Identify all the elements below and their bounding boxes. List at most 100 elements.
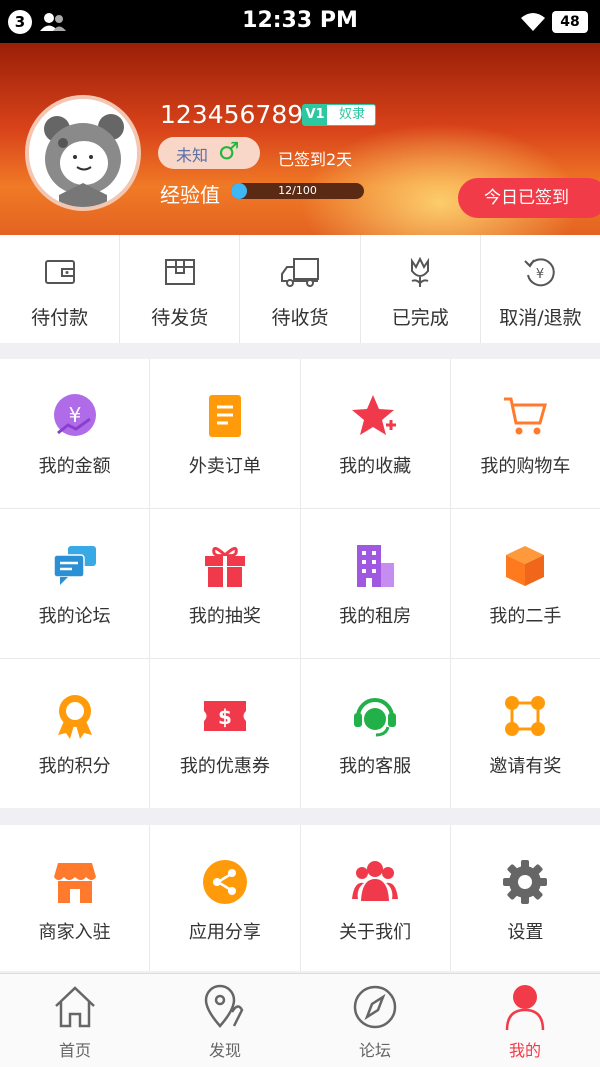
more-settings[interactable]: 设置 — [450, 825, 600, 971]
profile-header: 123456789 V1 奴隶 未知 ♂ 已签到2天 经验值 12/100 今日… — [0, 43, 600, 235]
truck-icon — [281, 258, 319, 287]
order-label: 已完成 — [391, 307, 449, 329]
gender-text: 未知 — [176, 146, 209, 165]
service-takeout-orders[interactable]: 外卖订单 — [150, 359, 300, 508]
more-label: 设置 — [507, 922, 544, 943]
service-label: 我的购物车 — [480, 456, 571, 477]
gender-badge: 未知 ♂ — [158, 137, 260, 169]
vip-badge: V1 奴隶 — [302, 104, 376, 126]
more-label: 商家入驻 — [38, 922, 111, 943]
exp-progress-text: 12/100 — [278, 184, 317, 197]
signed-days: 已签到2天 — [278, 150, 353, 169]
map-pin-icon — [204, 984, 244, 1028]
tab-label: 发现 — [208, 1041, 241, 1060]
more-label: 关于我们 — [339, 922, 412, 943]
svg-text:¥: ¥ — [536, 267, 544, 282]
tab-label: 我的 — [508, 1041, 541, 1060]
service-customer-support[interactable]: 我的客服 — [300, 659, 450, 808]
order-label: 待收货 — [271, 307, 329, 329]
battery-indicator: 48 — [552, 11, 588, 33]
male-icon: ♂ — [218, 137, 240, 165]
refund-icon: ¥ — [524, 258, 556, 287]
order-label: 待发货 — [151, 307, 209, 329]
chat-bubbles-icon — [52, 546, 96, 585]
tab-mine[interactable]: 我的 — [450, 974, 600, 1067]
gear-icon — [503, 860, 548, 904]
service-rental[interactable]: 我的租房 — [300, 509, 450, 658]
share-icon — [202, 860, 247, 904]
vip-level: V1 — [303, 105, 327, 125]
user-icon — [505, 985, 545, 1030]
service-secondhand[interactable]: 我的二手 — [450, 509, 600, 658]
coupon-icon: $ — [203, 701, 246, 731]
service-label: 我的论坛 — [38, 606, 111, 627]
wallet-icon — [44, 260, 75, 284]
more-app-share[interactable]: 应用分享 — [150, 825, 300, 971]
building-icon — [357, 545, 395, 587]
tab-discover[interactable]: 发现 — [150, 974, 300, 1067]
cart-icon — [504, 397, 548, 435]
gift-icon — [204, 547, 245, 587]
exp-label: 经验值 — [160, 183, 220, 207]
order-completed[interactable]: 已完成 — [361, 235, 481, 343]
store-icon — [53, 863, 96, 903]
service-forum[interactable]: 我的论坛 — [0, 509, 150, 658]
services-grid: ¥ 我的金额 外卖订单 我的收藏 我的购物车 我的论坛 我的抽奖 我的租房 我的… — [0, 359, 600, 808]
more-about-us[interactable]: 关于我们 — [300, 825, 450, 971]
service-label: 我的租房 — [339, 606, 412, 627]
package-icon — [164, 259, 195, 285]
tab-label: 论坛 — [358, 1041, 391, 1060]
star-plus-icon — [352, 395, 397, 435]
service-label: 我的二手 — [489, 606, 562, 627]
svg-text:¥: ¥ — [68, 403, 81, 427]
order-pending-receipt[interactable]: 待收货 — [240, 235, 361, 343]
bear-avatar-icon — [29, 99, 137, 207]
medal-icon — [57, 695, 92, 739]
yuan-coin-icon: ¥ — [53, 394, 96, 436]
status-time: 12:33 PM — [242, 8, 358, 33]
headset-icon — [354, 698, 397, 737]
service-label: 我的积分 — [38, 756, 111, 777]
service-label: 邀请有奖 — [489, 756, 562, 777]
service-balance[interactable]: ¥ 我的金额 — [0, 359, 150, 508]
service-lottery[interactable]: 我的抽奖 — [150, 509, 300, 658]
service-label: 我的客服 — [339, 756, 412, 777]
service-points[interactable]: 我的积分 — [0, 659, 150, 808]
order-pending-payment[interactable]: 待付款 — [0, 235, 121, 343]
order-label: 待付款 — [31, 307, 89, 329]
bottom-tab-bar: 首页 发现 论坛 我的 — [0, 973, 600, 1067]
service-label: 我的优惠券 — [179, 756, 270, 777]
service-coupons[interactable]: $ 我的优惠券 — [150, 659, 300, 808]
exp-progress-bar: 12/100 — [231, 183, 364, 199]
svg-text:$: $ — [218, 705, 232, 729]
more-merchant-join[interactable]: 商家入驻 — [0, 825, 150, 971]
compass-icon — [353, 985, 397, 1029]
tab-label: 首页 — [58, 1041, 91, 1060]
tab-home[interactable]: 首页 — [0, 974, 150, 1067]
network-icon — [505, 696, 546, 736]
box-icon — [506, 546, 545, 586]
tab-forum[interactable]: 论坛 — [300, 974, 450, 1067]
service-label: 我的抽奖 — [188, 606, 261, 627]
service-invite-rewards[interactable]: 邀请有奖 — [450, 659, 600, 808]
wifi-icon — [521, 13, 545, 31]
service-label: 外卖订单 — [188, 456, 261, 477]
more-grid: 商家入驻 应用分享 关于我们 设置 — [0, 825, 600, 971]
home-icon — [55, 986, 95, 1028]
order-pending-shipment[interactable]: 待发货 — [120, 235, 241, 343]
service-favorites[interactable]: 我的收藏 — [300, 359, 450, 508]
username: 123456789 — [160, 100, 304, 129]
order-status-bar: 待付款 待发货 待收货 已完成 ¥ 取消/退款 — [0, 235, 600, 343]
service-label: 我的收藏 — [339, 456, 412, 477]
vip-title: 奴隶 — [338, 107, 365, 122]
order-label: 取消/退款 — [499, 307, 582, 329]
avatar[interactable] — [25, 95, 141, 211]
more-label: 应用分享 — [188, 922, 261, 943]
service-shopping-cart[interactable]: 我的购物车 — [450, 359, 600, 508]
people-icon — [352, 861, 399, 901]
status-bar: 3 12:33 PM 48 — [0, 0, 600, 43]
flower-icon — [411, 256, 430, 287]
sign-in-button[interactable]: 今日已签到 — [458, 178, 600, 218]
order-refund[interactable]: ¥ 取消/退款 — [481, 235, 600, 343]
service-label: 我的金额 — [38, 456, 111, 477]
